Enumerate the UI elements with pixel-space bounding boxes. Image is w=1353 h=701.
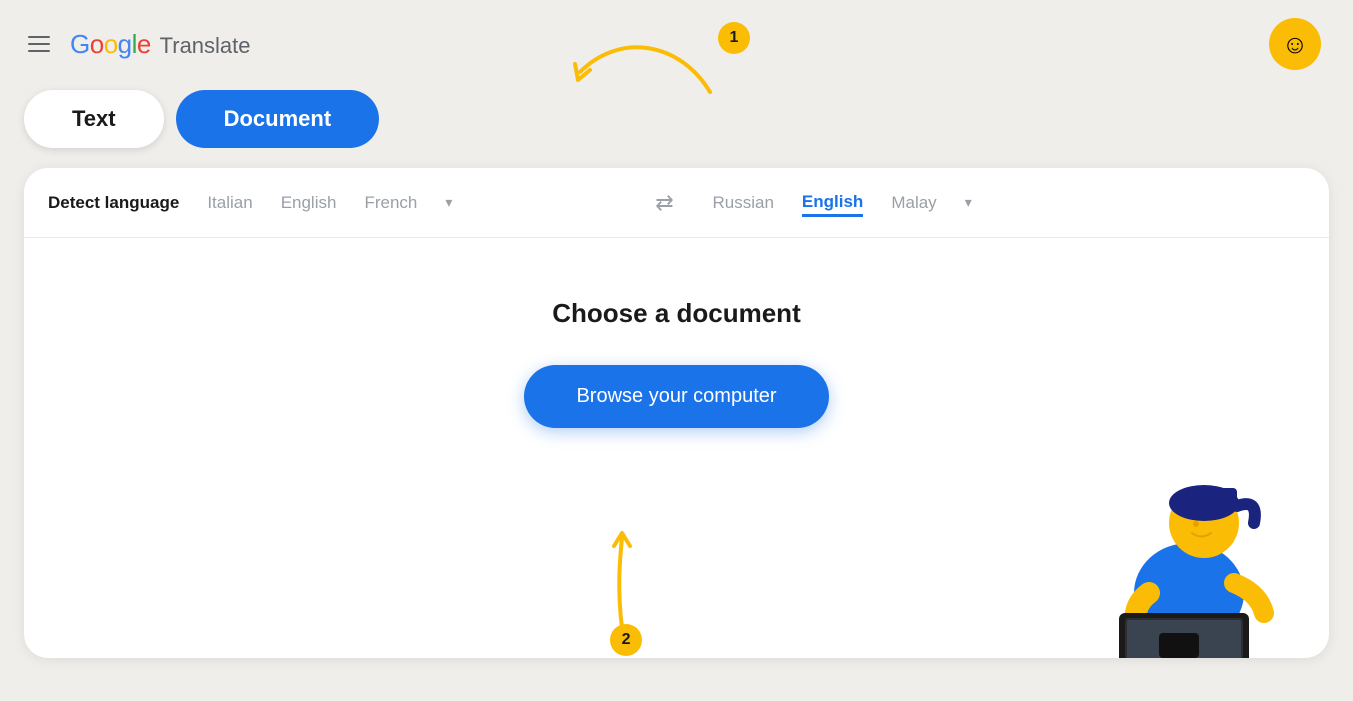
target-english-option[interactable]: English (802, 188, 863, 217)
source-italian-option[interactable]: Italian (207, 189, 252, 217)
detect-language-option[interactable]: Detect language (48, 189, 179, 217)
illustration-svg (1049, 438, 1309, 658)
source-english-option[interactable]: English (281, 189, 337, 217)
source-chevron-icon: ▾ (445, 194, 452, 211)
choose-document-title: Choose a document (552, 298, 800, 329)
main-card: Detect language Italian English French ▾… (24, 168, 1329, 658)
content-area: Choose a document Browse your computer 2 (24, 238, 1329, 658)
target-more-dropdown[interactable]: ▾ (965, 194, 972, 211)
hamburger-menu-icon[interactable] (24, 32, 54, 56)
language-bar: Detect language Italian English French ▾… (24, 168, 1329, 238)
person-illustration (1049, 438, 1309, 658)
arrow-2-svg (572, 528, 672, 638)
browse-computer-button[interactable]: Browse your computer (524, 365, 828, 428)
annotation-badge-2: 2 (610, 624, 642, 656)
swap-languages-button[interactable]: ⇄ (641, 190, 689, 216)
avatar[interactable]: ☺ (1269, 18, 1321, 70)
translate-label: Translate (160, 33, 251, 58)
swap-icon: ⇄ (655, 190, 673, 216)
source-language-bar: Detect language Italian English French ▾ (48, 189, 641, 217)
annotation-2-area: 2 (572, 528, 732, 658)
source-french-option[interactable]: French (364, 189, 417, 217)
document-mode-button[interactable]: Document (176, 90, 380, 148)
target-chevron-icon: ▾ (965, 194, 972, 211)
mode-buttons: Text Document (0, 70, 1353, 168)
target-language-bar: Russian English Malay ▾ (689, 188, 1306, 217)
google-logo: Google Translate (70, 29, 251, 60)
text-mode-button[interactable]: Text (24, 90, 164, 148)
target-malay-option[interactable]: Malay (891, 189, 936, 217)
header-left: Google Translate (24, 29, 251, 60)
target-russian-option[interactable]: Russian (713, 189, 774, 217)
header: Google Translate ☺ (0, 0, 1353, 70)
source-more-dropdown[interactable]: ▾ (445, 194, 452, 211)
